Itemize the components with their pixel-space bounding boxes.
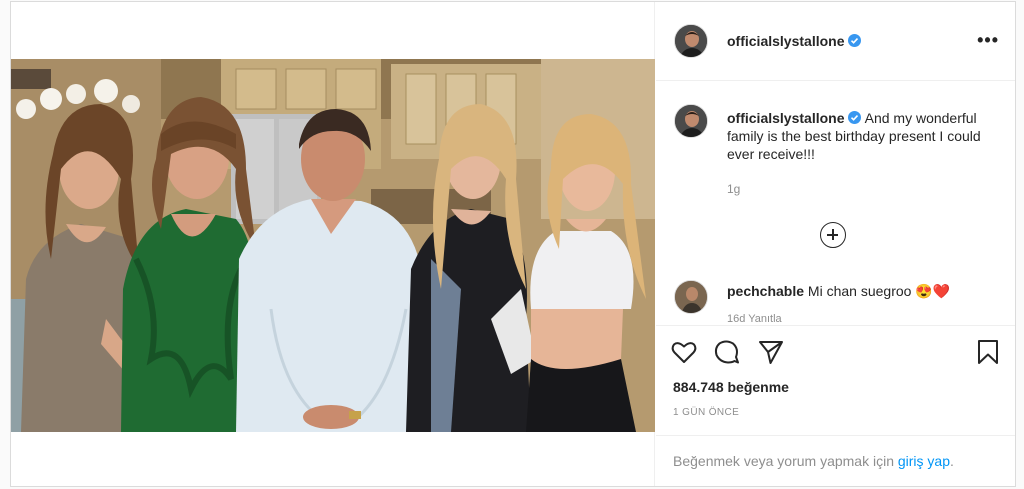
like-count[interactable]: 884.748 beğenme: [673, 379, 789, 395]
login-prompt-suffix: .: [950, 453, 954, 469]
post-header: officialslystallone •••: [656, 2, 1015, 81]
bookmark-icon[interactable]: [974, 338, 1002, 366]
post-date[interactable]: 1 GÜN ÖNCE: [673, 407, 739, 418]
share-icon[interactable]: [757, 338, 785, 366]
username-text[interactable]: officialslystallone: [727, 33, 844, 49]
verified-icon: [848, 111, 862, 124]
comments-section: officialslystallone And my wonderful fam…: [656, 82, 1015, 325]
commenter-avatar[interactable]: [674, 280, 708, 314]
heart-icon[interactable]: [670, 338, 698, 366]
avatar[interactable]: [674, 24, 708, 58]
comment-meta[interactable]: 16d Yanıtla: [727, 310, 997, 325]
post-username[interactable]: officialslystallone: [727, 33, 862, 49]
post-media: [11, 2, 655, 486]
comment-icon[interactable]: [713, 338, 741, 366]
post-photo[interactable]: [11, 59, 655, 432]
verified-icon: [848, 34, 862, 47]
instagram-post: officialslystallone ••• officialslystall…: [10, 1, 1016, 487]
caption-time[interactable]: 1g: [727, 182, 740, 196]
comment-item: pechchable Mi chan suegroo 😍❤️ 16d Yanıt…: [727, 282, 997, 325]
more-options-button[interactable]: •••: [977, 30, 999, 51]
post-caption: officialslystallone And my wonderful fam…: [727, 109, 987, 163]
login-link[interactable]: giriş yap: [898, 453, 950, 469]
comment-username[interactable]: pechchable: [727, 283, 804, 299]
load-more-comments-button[interactable]: [820, 222, 846, 248]
post-actions: 884.748 beğenme 1 GÜN ÖNCE: [656, 325, 1015, 435]
caption-username[interactable]: officialslystallone: [727, 110, 844, 126]
caption-avatar[interactable]: [674, 104, 708, 138]
comment-text: Mi chan suegroo 😍❤️: [807, 283, 951, 299]
login-prompt-text: Beğenmek veya yorum yapmak için: [673, 453, 898, 469]
login-prompt: Beğenmek veya yorum yapmak için giriş ya…: [656, 435, 1015, 486]
post-sidebar: officialslystallone ••• officialslystall…: [656, 2, 1015, 486]
